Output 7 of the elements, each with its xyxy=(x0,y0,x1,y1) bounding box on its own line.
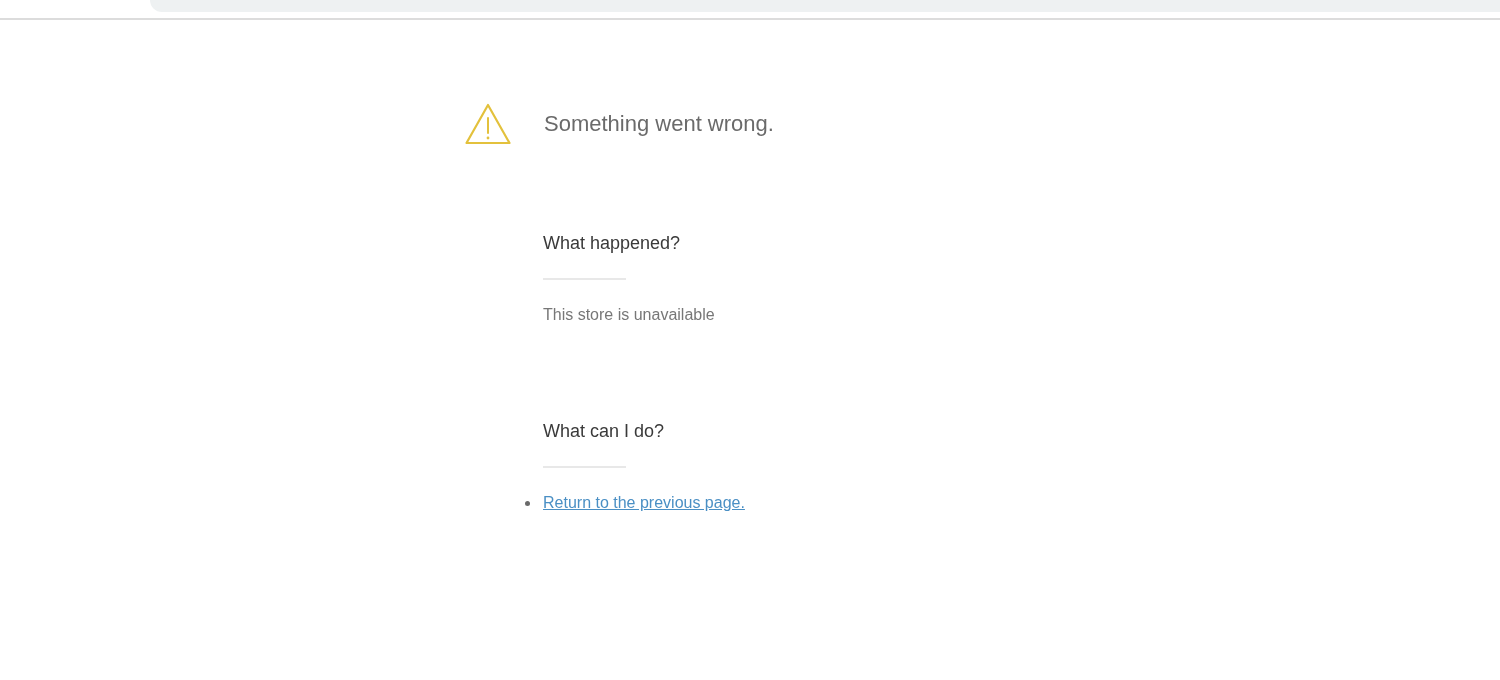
bullet-icon xyxy=(525,500,530,506)
section-heading: What happened? xyxy=(543,232,682,254)
section-text: This store is unavailable xyxy=(543,305,716,325)
section-heading: What can I do? xyxy=(543,420,666,442)
previous-page-link[interactable]: Return to the previous page. xyxy=(543,493,745,513)
warning-icon xyxy=(465,103,511,145)
error-title: Something went wrong. xyxy=(544,111,774,137)
